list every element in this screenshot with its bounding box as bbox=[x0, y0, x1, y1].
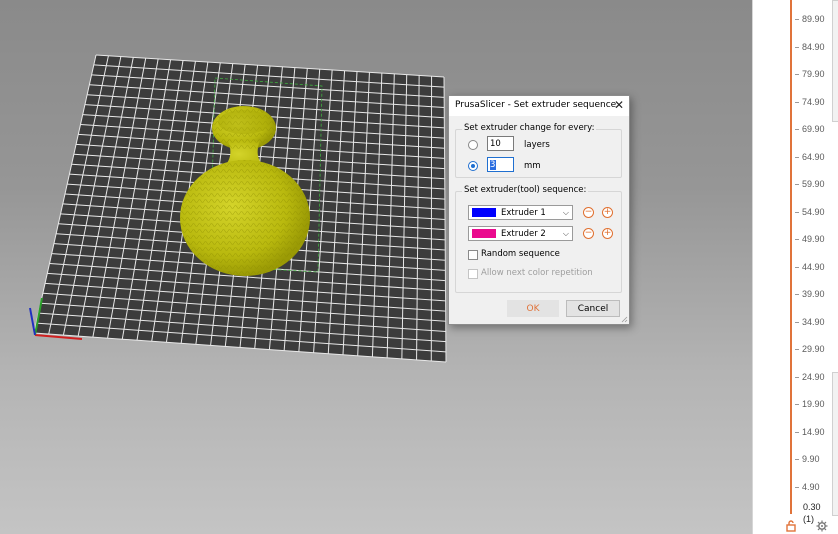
panel-edge-strip bbox=[832, 0, 838, 122]
close-icon[interactable]: ✕ bbox=[614, 98, 624, 112]
layer-tick-mark bbox=[795, 486, 799, 488]
dialog-titlebar[interactable]: PrusaSlicer - Set extruder sequence ✕ bbox=[449, 96, 629, 116]
layer-tick-mark bbox=[795, 46, 799, 48]
allow-repetition-label: Allow next color repetition bbox=[481, 268, 593, 278]
chevron-down-icon: ⌵ bbox=[562, 229, 569, 238]
layer-tick-label: 39.90 bbox=[802, 289, 825, 299]
3d-viewport[interactable] bbox=[0, 0, 752, 534]
extruder-sequence-dialog: PrusaSlicer - Set extruder sequence ✕ Se… bbox=[448, 95, 630, 325]
random-sequence-label: Random sequence bbox=[481, 249, 560, 259]
gear-icon[interactable] bbox=[816, 520, 828, 532]
layer-tick-label: 44.90 bbox=[802, 261, 825, 272]
resize-grip-icon[interactable] bbox=[620, 315, 628, 323]
add-extruder-1-button[interactable]: + bbox=[602, 207, 613, 218]
extruder-2-swatch bbox=[472, 229, 496, 238]
layer-tick-label: 64.90 bbox=[802, 151, 825, 162]
extruder-2-select[interactable]: Extruder 2 ⌵ bbox=[468, 226, 573, 241]
layer-tick-label: 19.90 bbox=[802, 399, 825, 409]
ok-button[interactable]: OK bbox=[507, 300, 559, 317]
layer-tick-label: 14.90 bbox=[802, 426, 825, 437]
layer-tick-mark bbox=[795, 321, 799, 323]
layer-tick-label: 69.90 bbox=[802, 124, 825, 134]
layer-tick-label: 89.90 bbox=[802, 14, 825, 24]
layer-bottom-index: (1) bbox=[803, 514, 814, 524]
layer-tick-mark bbox=[795, 184, 799, 185]
layer-tick-label: 59.90 bbox=[802, 179, 825, 189]
layer-bottom-height: 0.30 bbox=[803, 502, 821, 512]
mm-unit-label: mm bbox=[524, 161, 541, 171]
layer-tick-label: 29.90 bbox=[802, 344, 825, 354]
extruder-1-select[interactable]: Extruder 1 ⌵ bbox=[468, 205, 573, 220]
change-group: Set extruder change for every: 10 layers… bbox=[455, 123, 622, 178]
layer-tick-mark bbox=[795, 101, 799, 103]
cancel-button[interactable]: Cancel bbox=[566, 300, 620, 317]
layer-tick-label: 24.90 bbox=[802, 371, 825, 382]
panel-edge-strip bbox=[832, 372, 838, 516]
layer-tick-mark bbox=[795, 404, 799, 405]
layer-tick-label: 34.90 bbox=[802, 316, 825, 327]
add-extruder-2-button[interactable]: + bbox=[602, 228, 613, 239]
layer-slider-track[interactable] bbox=[790, 0, 792, 514]
allow-repetition-checkbox[interactable] bbox=[468, 269, 478, 279]
layer-tick-mark bbox=[795, 239, 799, 240]
change-group-legend: Set extruder change for every: bbox=[462, 123, 597, 133]
layer-tick-mark bbox=[795, 431, 799, 433]
mm-input[interactable]: 3 bbox=[487, 157, 514, 172]
layer-tick-mark bbox=[795, 376, 799, 378]
scene-canvas bbox=[29, 54, 447, 363]
sequence-group: Set extruder(tool) sequence: Extruder 1 … bbox=[455, 185, 622, 293]
remove-extruder-2-button[interactable]: − bbox=[583, 228, 594, 239]
layer-tick-mark bbox=[795, 156, 799, 158]
layer-tick-label: 54.90 bbox=[802, 206, 825, 217]
layers-unit-label: layers bbox=[524, 140, 550, 150]
extruder-2-label: Extruder 2 bbox=[501, 229, 546, 239]
chevron-down-icon: ⌵ bbox=[562, 208, 569, 217]
layers-radio[interactable] bbox=[468, 140, 478, 150]
layer-tick-mark bbox=[795, 349, 799, 350]
dialog-title: PrusaSlicer - Set extruder sequence bbox=[455, 100, 617, 110]
layer-tick-label: 79.90 bbox=[802, 69, 825, 79]
layer-tick-mark bbox=[795, 459, 799, 460]
mm-radio[interactable] bbox=[468, 161, 478, 171]
layer-tick-mark bbox=[795, 129, 799, 130]
layer-tick-mark bbox=[795, 211, 799, 213]
layer-tick-label: 74.90 bbox=[802, 96, 825, 107]
layer-tick-mark bbox=[795, 19, 799, 20]
layer-tick-mark bbox=[795, 266, 799, 268]
layers-input[interactable]: 10 bbox=[487, 136, 514, 151]
layer-tick-label: 4.90 bbox=[802, 481, 820, 492]
remove-extruder-1-button[interactable]: − bbox=[583, 207, 594, 218]
sequence-group-legend: Set extruder(tool) sequence: bbox=[462, 185, 589, 195]
random-sequence-checkbox[interactable] bbox=[468, 250, 478, 260]
layer-tick-label: 9.90 bbox=[802, 454, 820, 464]
extruder-1-swatch bbox=[472, 208, 496, 217]
layer-tick-label: 49.90 bbox=[802, 234, 825, 244]
extruder-1-label: Extruder 1 bbox=[501, 208, 546, 218]
layer-tick-label: 84.90 bbox=[802, 41, 825, 52]
layer-tick-mark bbox=[795, 74, 799, 75]
lock-icon[interactable] bbox=[785, 520, 797, 532]
layer-tick-mark bbox=[795, 294, 799, 295]
